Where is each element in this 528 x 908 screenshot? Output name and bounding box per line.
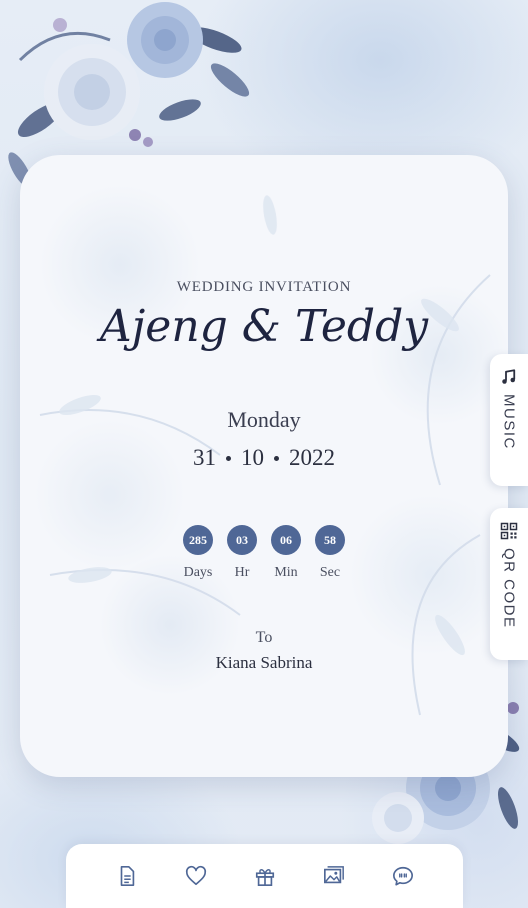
event-day: Monday [227, 407, 301, 432]
nav-couple-button[interactable] [181, 861, 211, 891]
event-date: 31 10 2022 [20, 445, 508, 471]
date-month: 10 [241, 445, 264, 470]
qr-tab-label: QR CODE [500, 548, 518, 629]
music-toggle-button[interactable]: MUSIC [490, 354, 528, 486]
countdown-label: Min [274, 565, 298, 580]
nav-wishes-button[interactable] [388, 861, 418, 891]
qr-code-icon [500, 522, 518, 540]
gallery-icon [323, 866, 344, 884]
document-icon [120, 866, 134, 886]
chat-icon [392, 866, 413, 886]
countdown-timer: 285 Days 03 Hr 06 Min 58 Sec [20, 525, 508, 581]
countdown-label: Sec [319, 565, 341, 580]
gift-icon [255, 869, 274, 886]
music-note-icon [502, 369, 516, 384]
qr-code-button[interactable]: QR CODE [490, 508, 528, 660]
nav-gift-button[interactable] [250, 861, 280, 891]
date-day: 31 [193, 445, 216, 470]
countdown-days: 285 Days [183, 525, 213, 581]
countdown-minutes: 06 Min [271, 525, 301, 581]
countdown-value: 58 [315, 525, 345, 555]
bottom-navigation [66, 844, 463, 908]
countdown-label: Hr [234, 565, 250, 580]
date-separator [274, 455, 279, 461]
nav-details-button[interactable] [112, 861, 142, 891]
countdown-hours: 03 Hr [227, 525, 257, 581]
countdown-value: 03 [227, 525, 257, 555]
couple-names: Ajeng & Teddy [99, 301, 429, 352]
invitation-label: WEDDING INVITATION [176, 279, 352, 295]
music-tab-label: MUSIC [500, 394, 518, 450]
countdown-seconds: 58 Sec [315, 525, 345, 581]
countdown-label: Days [183, 565, 213, 580]
countdown-value: 06 [271, 525, 301, 555]
date-separator [226, 455, 231, 461]
countdown-value: 285 [183, 525, 213, 555]
guest-name: Kiana Sabrina [215, 653, 313, 672]
recipient-label: To [255, 629, 273, 646]
nav-gallery-button[interactable] [319, 861, 349, 891]
heart-icon [185, 865, 206, 886]
date-year: 2022 [289, 445, 335, 470]
invitation-card: WEDDING INVITATION Ajeng & Teddy Monday … [20, 155, 508, 777]
